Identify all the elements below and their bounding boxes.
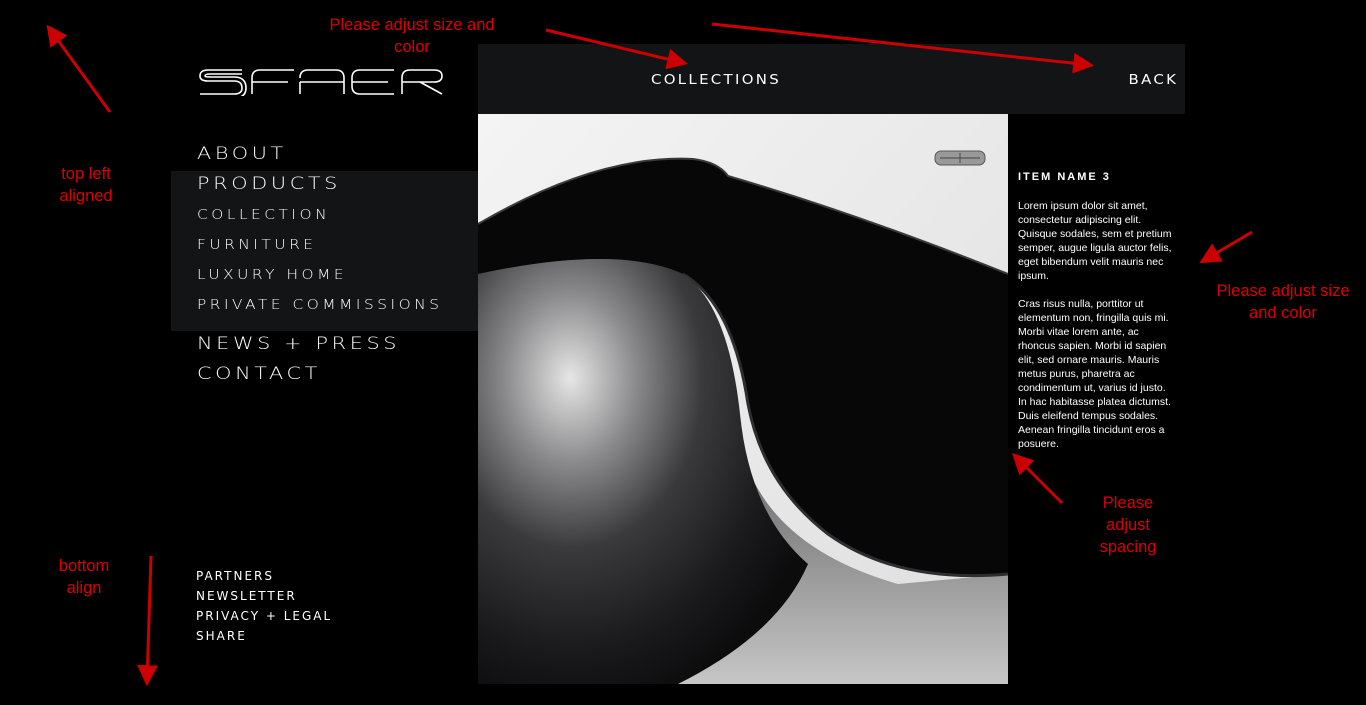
back-link[interactable]: BACK [1128,73,1178,88]
product-image [478,114,1008,684]
item-description-1: Lorem ipsum dolor sit amet, consectetur … [1018,200,1172,282]
sfaera-badge-icon [934,150,986,166]
sfaera-logo[interactable] [198,68,452,96]
footer-share[interactable]: SHARE [196,629,247,643]
nav-sub-luxury-home[interactable]: LUXURY HOME [197,268,347,283]
nav-news-press[interactable]: NEWS + PRESS [197,334,400,354]
top-bar: COLLECTIONS BACK [478,44,1185,114]
item-description-2: Cras risus nulla, porttitor ut elementum… [1018,298,1171,450]
nav-sub-furniture[interactable]: FURNITURE [197,238,317,253]
item-name: ITEM NAME 3 [1018,171,1111,183]
annotation-spacing: Please adjust spacing [1099,494,1157,556]
nav-contact[interactable]: CONTACT [197,364,321,384]
annotation-bottom: bottom align [58,557,110,597]
footer-partners[interactable]: PARTNERS [196,569,274,583]
footer-newsletter[interactable]: NEWSLETTER [196,589,297,603]
nav-about[interactable]: ABOUT [197,144,287,164]
collections-title[interactable]: COLLECTIONS [651,73,781,88]
annotation-top-left: top left aligned [59,165,113,205]
nav-sub-private-commissions[interactable]: PRIVATE COMMISSIONS [197,298,443,313]
footer-privacy-legal[interactable]: PRIVACY + LEGAL [196,609,332,623]
nav-products[interactable]: PRODUCTS [197,174,341,194]
annotation-right: Please adjust size and color [1216,282,1350,322]
annotation-top-center: Please adjust size and color [329,16,495,56]
nav-sub-collection[interactable]: COLLECTION [197,208,330,223]
